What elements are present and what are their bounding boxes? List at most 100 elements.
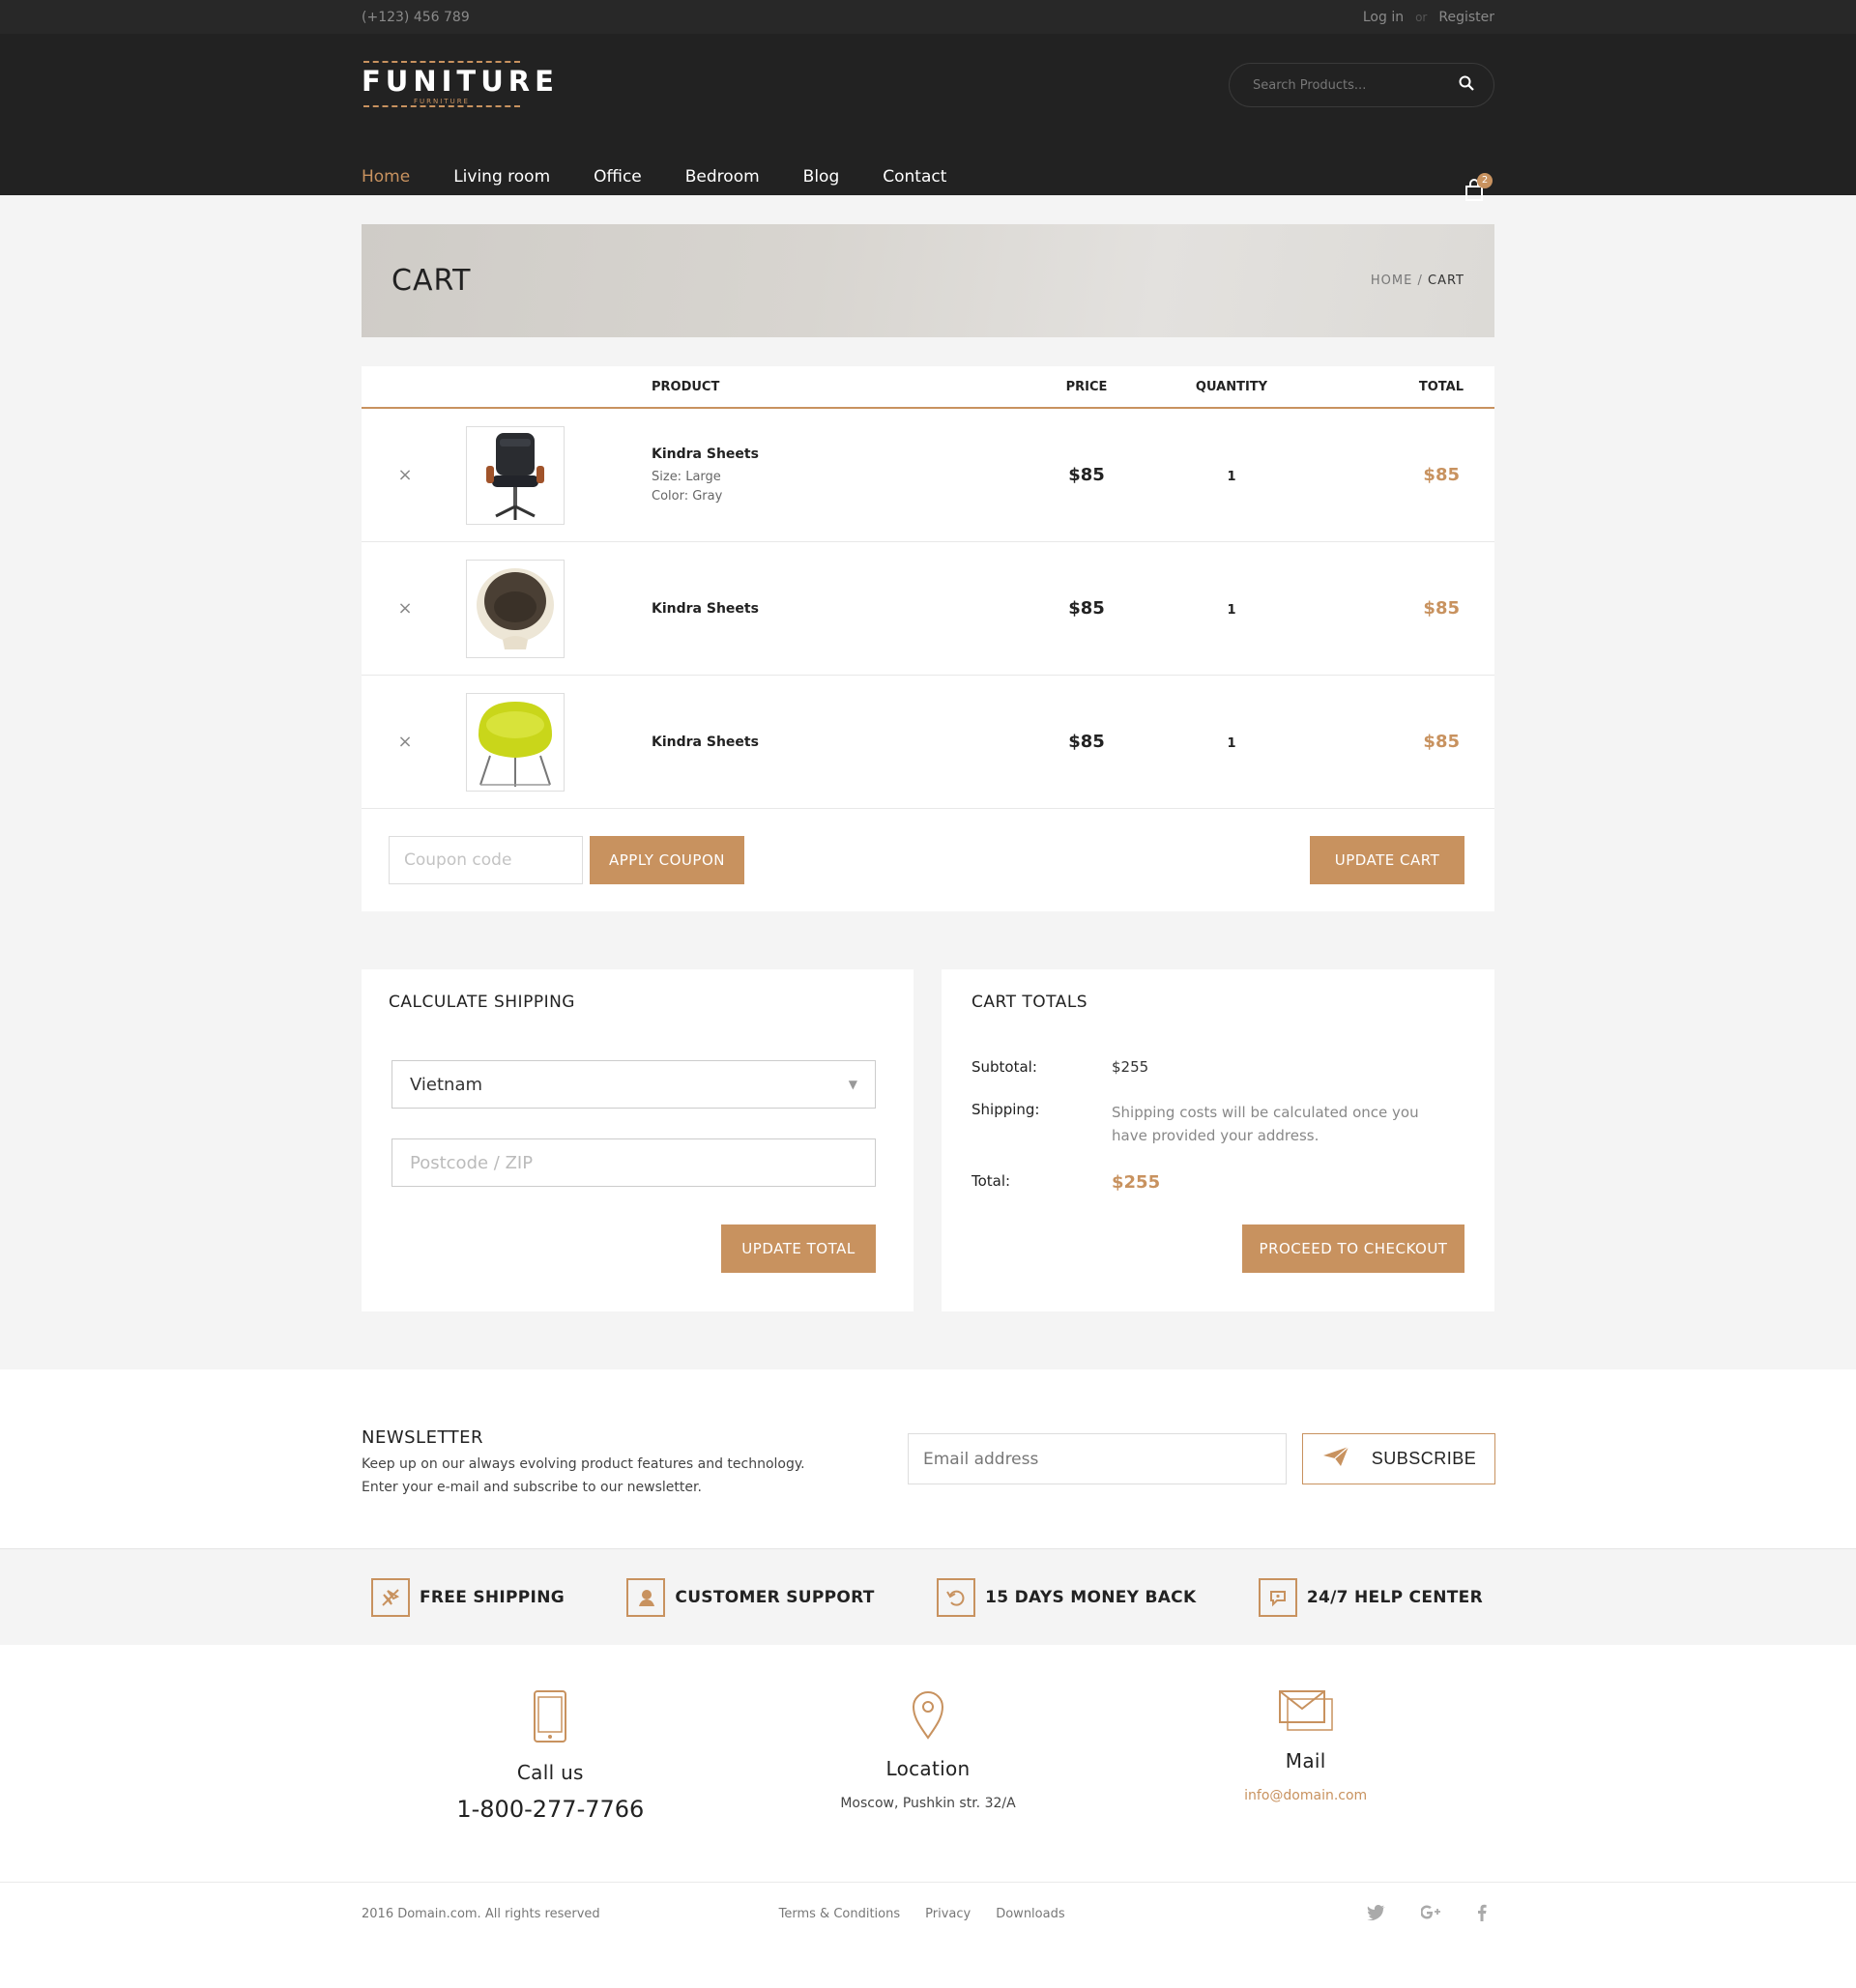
nav-blog[interactable]: Blog (803, 167, 840, 187)
logo-bottom-rule (363, 105, 520, 107)
remove-icon[interactable]: × (397, 465, 412, 485)
product-quantity[interactable]: 1 (1227, 736, 1235, 751)
contact-location: Location Moscow, Pushkin str. 32/A (740, 1645, 1117, 1882)
top-bar: (+123) 456 789 Log in or Register (0, 0, 1856, 34)
social-links (1367, 1904, 1487, 1925)
call-number[interactable]: 1-800-277-7766 (362, 1796, 740, 1823)
country-value: Vietnam (410, 1074, 483, 1095)
breadcrumb-separator: / (1417, 274, 1423, 288)
contact-mail: Mail info@domain.com (1116, 1645, 1494, 1882)
location-pin-icon (911, 1691, 945, 1743)
page-title: CART (392, 264, 472, 298)
lime-chair-image (478, 701, 552, 787)
main-nav: Home Living room Office Bedroom Blog Con… (362, 167, 990, 187)
login-link[interactable]: Log in (1363, 10, 1404, 25)
office-chair-image (486, 432, 544, 520)
product-quantity[interactable]: 1 (1227, 470, 1235, 484)
breadcrumb: HOME / CART (1371, 274, 1464, 288)
account-links: Log in or Register (1363, 10, 1494, 25)
header-product: PRODUCT (652, 379, 720, 394)
search-input[interactable] (1253, 77, 1459, 93)
register-link[interactable]: Register (1438, 10, 1494, 25)
nav-bedroom[interactable]: Bedroom (685, 167, 760, 187)
cart-totals-panel: CART TOTALS Subtotal: $255 Shipping: Shi… (942, 969, 1494, 1311)
main-content: CART HOME / CART PRODUCT PRICE QUANTITY … (0, 195, 1856, 1369)
subtotal-row: Subtotal: $255 (972, 1058, 1464, 1076)
breadcrumb-home[interactable]: HOME (1371, 274, 1412, 288)
apply-coupon-button[interactable]: APPLY COUPON (590, 836, 744, 884)
product-thumbnail[interactable] (466, 559, 565, 658)
footer-link-privacy[interactable]: Privacy (925, 1907, 971, 1921)
nav-home[interactable]: Home (362, 167, 410, 187)
contact-call: Call us 1-800-277-7766 (362, 1645, 740, 1882)
product-name[interactable]: Kindra Sheets (652, 447, 1038, 462)
chevron-down-icon: ▼ (848, 1078, 857, 1091)
total-value: $255 (1112, 1172, 1161, 1193)
update-total-button[interactable]: UPDATE TOTAL (721, 1224, 876, 1273)
feature-label: FREE SHIPPING (420, 1588, 565, 1607)
paper-plane-icon (1321, 1445, 1350, 1473)
cart-actions: APPLY COUPON UPDATE CART (362, 809, 1494, 911)
shipping-row: Shipping: Shipping costs will be calcula… (972, 1101, 1464, 1147)
row-total: $85 (1423, 465, 1460, 485)
cart-count-badge: 2 (1477, 173, 1493, 188)
postcode-input[interactable] (392, 1138, 876, 1187)
product-price: $85 (1068, 598, 1105, 619)
totals-title: CART TOTALS (972, 993, 1088, 1012)
footer-link-terms[interactable]: Terms & Conditions (779, 1907, 901, 1921)
newsletter-section: NEWSLETTER Keep up on our always evolvin… (0, 1369, 1856, 1548)
mail-title: Mail (1285, 1749, 1326, 1772)
subtotal-value: $255 (1112, 1058, 1149, 1076)
location-address: Moscow, Pushkin str. 32/A (840, 1796, 1016, 1811)
site-logo[interactable]: FUNITURE FURNITURE (362, 61, 559, 109)
product-price: $85 (1068, 465, 1105, 485)
subscribe-button[interactable]: SUBSCRIBE (1302, 1433, 1495, 1484)
copyright-text: 2016 Domain.com. All rights reserved (362, 1907, 600, 1921)
remove-icon[interactable]: × (397, 598, 412, 619)
calculate-shipping-panel: CALCULATE SHIPPING Vietnam ▼ UPDATE TOTA… (362, 969, 914, 1311)
cart-summary-boxes: CALCULATE SHIPPING Vietnam ▼ UPDATE TOTA… (362, 969, 1494, 1311)
product-quantity[interactable]: 1 (1227, 603, 1235, 618)
row-total: $85 (1423, 732, 1460, 752)
twitter-icon[interactable] (1367, 1904, 1386, 1924)
nav-office[interactable]: Office (594, 167, 642, 187)
shipping-title: CALCULATE SHIPPING (389, 993, 575, 1012)
feature-customer-support: CUSTOMER SUPPORT (626, 1578, 874, 1617)
footer-link-downloads[interactable]: Downloads (996, 1907, 1064, 1921)
product-size: Size: Large (652, 470, 721, 484)
feature-label: CUSTOMER SUPPORT (675, 1588, 875, 1607)
feature-label: 24/7 HELP CENTER (1306, 1588, 1483, 1607)
search-icon[interactable] (1459, 75, 1474, 95)
logo-word: FUNITURE (362, 65, 559, 98)
top-phone: (+123) 456 789 (362, 9, 470, 25)
logo-subtitle: FURNITURE (413, 98, 470, 105)
product-name[interactable]: Kindra Sheets (652, 601, 1038, 617)
breadcrumb-current: CART (1428, 274, 1464, 288)
table-row: × Kindra Sheets $85 1 $85 (362, 542, 1494, 676)
coupon-input[interactable] (389, 836, 583, 884)
or-separator: or (1415, 10, 1428, 24)
product-price: $85 (1068, 732, 1105, 752)
product-name[interactable]: Kindra Sheets (652, 735, 1038, 750)
feature-label: 15 DAYS MONEY BACK (985, 1588, 1197, 1607)
nav-contact[interactable]: Contact (883, 167, 946, 187)
remove-icon[interactable]: × (397, 732, 412, 752)
call-title: Call us (516, 1761, 584, 1784)
nav-living-room[interactable]: Living room (453, 167, 550, 187)
feature-help-center: 24/7 HELP CENTER (1258, 1578, 1483, 1617)
facebook-icon[interactable] (1477, 1904, 1487, 1925)
logo-top-rule (363, 61, 520, 63)
google-plus-icon[interactable] (1420, 1904, 1442, 1925)
total-row: Total: $255 (972, 1172, 1464, 1193)
mail-address[interactable]: info@domain.com (1116, 1788, 1494, 1803)
product-thumbnail[interactable] (466, 692, 565, 792)
newsletter-email-input[interactable] (908, 1433, 1287, 1484)
product-thumbnail[interactable] (466, 425, 565, 525)
update-cart-button[interactable]: UPDATE CART (1310, 836, 1464, 884)
newsletter-text: Keep up on our always evolving product f… (362, 1453, 805, 1499)
header-total: TOTAL (1418, 379, 1464, 394)
proceed-to-checkout-button[interactable]: PROCEED TO CHECKOUT (1242, 1224, 1464, 1273)
site-footer: 2016 Domain.com. All rights reserved Ter… (0, 1882, 1856, 1988)
subscribe-label: SUBSCRIBE (1371, 1449, 1477, 1468)
country-select[interactable]: Vietnam ▼ (392, 1060, 876, 1109)
